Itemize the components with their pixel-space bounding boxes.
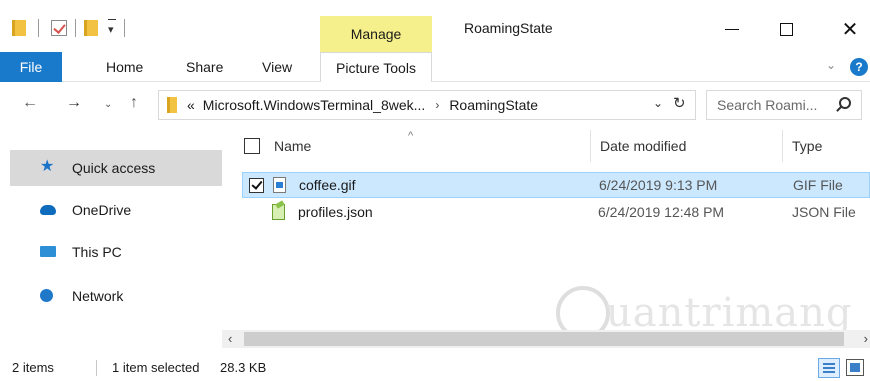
breadcrumb-item[interactable]: Microsoft.WindowsTerminal_8wek... xyxy=(203,97,426,113)
quick-access-toolbar: ▾ xyxy=(12,18,137,38)
tab-home[interactable]: Home xyxy=(106,52,143,82)
star-icon: ★ xyxy=(40,158,55,175)
minimize-button[interactable] xyxy=(712,16,752,42)
title-bar: ▾ Manage RoamingState ✕ xyxy=(0,0,870,52)
refresh-icon[interactable]: ↻ xyxy=(673,94,686,112)
ribbon-tabs: File Home Share View Picture Tools ⌄ ? xyxy=(0,52,870,82)
sort-ascending-icon: ^ xyxy=(408,130,414,142)
tab-share[interactable]: Share xyxy=(186,52,223,82)
file-list: Name ^ Date modified Type coffee.gif 6/2… xyxy=(222,126,870,350)
expand-ribbon-icon[interactable]: ⌄ xyxy=(826,58,836,72)
image-file-icon xyxy=(273,177,286,193)
scrollbar-thumb[interactable] xyxy=(244,332,844,346)
forward-icon[interactable]: → xyxy=(66,94,82,112)
toolbar-divider xyxy=(123,19,125,37)
column-header-date-modified[interactable]: Date modified xyxy=(600,138,686,154)
properties-icon[interactable] xyxy=(51,20,67,36)
cloud-icon xyxy=(40,205,56,215)
sidebar-item-label: Network xyxy=(72,288,124,304)
tab-file[interactable]: File xyxy=(0,52,62,82)
tab-picture-tools[interactable]: Picture Tools xyxy=(320,52,432,82)
breadcrumb-item[interactable]: RoamingState xyxy=(449,97,538,113)
file-date-modified: 6/24/2019 9:13 PM xyxy=(599,177,718,193)
file-name: coffee.gif xyxy=(299,177,356,193)
file-date-modified: 6/24/2019 12:48 PM xyxy=(598,204,725,220)
selection-count: 1 item selected xyxy=(112,360,200,375)
new-folder-icon[interactable] xyxy=(84,20,98,36)
toolbar-divider xyxy=(38,19,39,37)
file-type: JSON File xyxy=(792,204,856,220)
navigation-bar: ← → ⌄ ↑ « Microsoft.WindowsTerminal_8wek… xyxy=(0,86,870,124)
json-file-icon xyxy=(272,204,285,220)
minimize-icon xyxy=(725,28,739,30)
column-divider[interactable] xyxy=(782,130,783,162)
sidebar-item-quick-access[interactable]: ★ Quick access xyxy=(10,150,222,186)
file-name: profiles.json xyxy=(298,204,373,220)
sidebar-item-label: OneDrive xyxy=(72,202,132,218)
maximize-button[interactable] xyxy=(766,16,806,42)
status-divider xyxy=(96,360,97,376)
column-divider[interactable] xyxy=(590,130,591,162)
select-all-checkbox[interactable] xyxy=(244,138,260,154)
horizontal-scrollbar[interactable]: ‹ › xyxy=(222,330,870,348)
search-icon[interactable] xyxy=(839,97,851,109)
recent-locations-icon[interactable]: ⌄ xyxy=(104,99,112,110)
window-title: RoamingState xyxy=(464,20,553,36)
details-view-button[interactable] xyxy=(818,358,840,378)
selection-size: 28.3 KB xyxy=(220,360,267,375)
scroll-right-icon[interactable]: › xyxy=(864,331,868,346)
sidebar-item-label: This PC xyxy=(72,244,122,260)
column-header-name[interactable]: Name xyxy=(274,138,311,154)
sidebar-item-label: Quick access xyxy=(72,160,156,176)
manage-contextual-tab: Manage xyxy=(320,16,432,52)
tab-view[interactable]: View xyxy=(262,52,292,82)
folder-icon xyxy=(167,97,177,113)
table-row[interactable]: profiles.json 6/24/2019 12:48 PM JSON Fi… xyxy=(242,200,870,226)
up-icon[interactable]: ↑ xyxy=(130,94,138,112)
breadcrumb-overflow[interactable]: « xyxy=(187,97,195,113)
address-history-icon[interactable]: ⌄ xyxy=(653,96,663,110)
file-type: GIF File xyxy=(793,177,843,193)
status-bar: 2 items 1 item selected 28.3 KB xyxy=(0,350,870,381)
back-icon[interactable]: ← xyxy=(22,94,38,112)
network-icon xyxy=(40,289,53,302)
customize-toolbar-icon[interactable]: ▾ xyxy=(108,19,116,38)
scroll-left-icon[interactable]: ‹ xyxy=(228,331,232,346)
toolbar-divider xyxy=(75,19,76,37)
navigation-pane: ★ Quick access OneDrive This PC Network xyxy=(0,126,222,350)
row-checkbox[interactable] xyxy=(249,178,264,193)
sidebar-item-network[interactable]: Network xyxy=(10,278,222,314)
close-icon: ✕ xyxy=(841,18,859,41)
item-count: 2 items xyxy=(12,360,54,375)
table-row[interactable]: coffee.gif 6/24/2019 9:13 PM GIF File xyxy=(242,172,870,198)
column-headers: Name ^ Date modified Type xyxy=(222,126,870,166)
help-icon[interactable]: ? xyxy=(850,58,868,76)
column-header-type[interactable]: Type xyxy=(792,138,822,154)
close-button[interactable]: ✕ xyxy=(830,16,870,42)
search-input[interactable] xyxy=(717,97,829,113)
sidebar-item-onedrive[interactable]: OneDrive xyxy=(10,192,222,228)
search-box[interactable] xyxy=(706,90,862,120)
computer-icon xyxy=(40,246,56,257)
breadcrumb-separator-icon[interactable]: › xyxy=(435,98,439,112)
folder-icon[interactable] xyxy=(12,20,26,36)
address-bar[interactable]: « Microsoft.WindowsTerminal_8wek... › Ro… xyxy=(158,90,696,120)
maximize-icon xyxy=(779,22,793,36)
large-icons-view-button[interactable] xyxy=(846,359,864,376)
sidebar-item-this-pc[interactable]: This PC xyxy=(10,234,222,270)
